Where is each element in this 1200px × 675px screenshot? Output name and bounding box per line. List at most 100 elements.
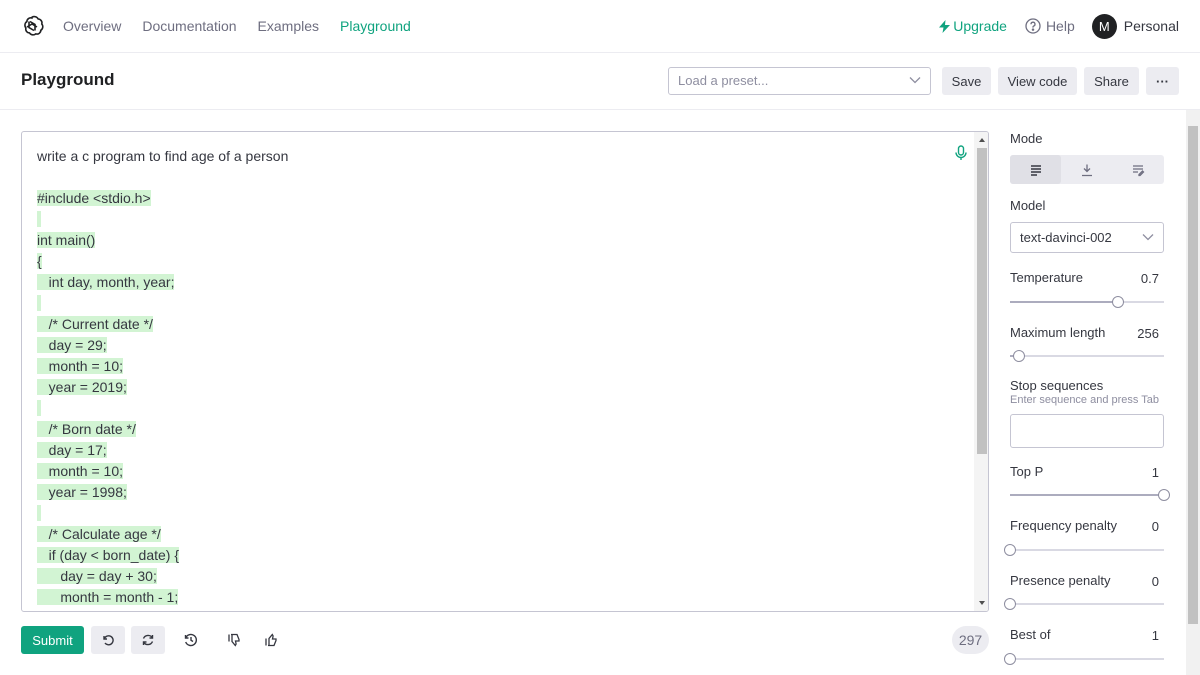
share-button[interactable]: Share — [1084, 67, 1139, 95]
save-button[interactable]: Save — [942, 67, 991, 95]
prompt-editor[interactable]: write a c program to find age of a perso… — [21, 131, 989, 612]
microphone-icon[interactable] — [955, 145, 967, 161]
help-label: Help — [1045, 18, 1075, 34]
stop-sequences-input[interactable] — [1010, 414, 1164, 448]
completion-code: #include <stdio.h> int main() { int day, … — [37, 188, 957, 608]
code-line-text: day = 17; — [37, 442, 107, 458]
editor-scrollbar[interactable] — [974, 132, 988, 611]
top-p-value[interactable]: 1 — [1152, 465, 1159, 480]
code-line: day = 29; — [37, 335, 957, 356]
code-line: int day, month, year; — [37, 272, 957, 293]
openai-logo-icon[interactable] — [20, 14, 44, 38]
code-line: /* Born date */ — [37, 419, 957, 440]
page-title: Playground — [21, 70, 115, 89]
nav-playground[interactable]: Playground — [340, 18, 411, 34]
scroll-down-icon[interactable] — [977, 598, 987, 608]
token-count: 297 — [952, 626, 989, 654]
code-line — [37, 503, 957, 524]
code-line: /* Calculate age */ — [37, 524, 957, 545]
code-line-text: /* Born date */ — [37, 421, 136, 437]
editor-scroll-thumb[interactable] — [977, 148, 987, 454]
temperature-value[interactable]: 0.7 — [1141, 271, 1159, 286]
frequency-penalty-value[interactable]: 0 — [1152, 519, 1159, 534]
code-line-text: /* Calculate age */ — [37, 526, 161, 542]
more-options-button[interactable]: ··· — [1146, 67, 1179, 95]
frequency-penalty-slider[interactable] — [1004, 544, 1164, 556]
top-p-handle[interactable] — [1158, 489, 1170, 501]
page-scroll-thumb[interactable] — [1188, 126, 1198, 624]
help-link[interactable]: Help — [1025, 18, 1075, 34]
lightning-icon — [939, 19, 951, 33]
code-line-text — [37, 400, 41, 416]
thumbs-down-icon — [228, 633, 240, 647]
presence-penalty-slider[interactable] — [1004, 598, 1164, 610]
mode-edit-button[interactable] — [1112, 155, 1163, 184]
presence-penalty-handle[interactable] — [1004, 598, 1016, 610]
edit-mode-icon — [1132, 164, 1144, 176]
thumbs-up-button[interactable] — [254, 626, 288, 654]
presence-penalty-value[interactable]: 0 — [1152, 574, 1159, 589]
code-line-text — [37, 211, 41, 227]
mode-insert-button[interactable] — [1061, 155, 1112, 184]
temperature-fill — [1010, 301, 1118, 303]
page-header: Playground Load a preset... Save View co… — [0, 53, 1200, 110]
mode-complete-button[interactable] — [1010, 155, 1061, 184]
temperature-slider[interactable] — [1010, 296, 1164, 308]
code-line: year = 1998; — [37, 482, 957, 503]
code-line-text: year = 2019; — [37, 379, 127, 395]
code-line: if (day < born_date) { — [37, 545, 957, 566]
code-line: month = month - 1; — [37, 587, 957, 608]
code-line: month = 10; — [37, 356, 957, 377]
stop-sequences-label: Stop sequences — [1010, 378, 1104, 393]
code-line-text: month = month - 1; — [37, 589, 179, 605]
code-line-text: { — [37, 253, 42, 269]
best-of-handle[interactable] — [1004, 653, 1016, 665]
top-nav: Overview Documentation Examples Playgrou… — [0, 0, 1200, 53]
history-button[interactable] — [174, 626, 208, 654]
max-length-slider[interactable] — [1010, 350, 1164, 362]
chevron-down-icon — [909, 77, 921, 84]
code-line: year = 2019; — [37, 377, 957, 398]
undo-button[interactable] — [91, 626, 125, 654]
temperature-handle[interactable] — [1111, 296, 1124, 308]
code-line: { — [37, 251, 957, 272]
chevron-down-icon — [1142, 234, 1154, 241]
top-p-label: Top P — [1010, 464, 1044, 479]
code-line-text: int main() — [37, 232, 96, 248]
mode-label: Mode — [1010, 131, 1043, 146]
avatar[interactable]: M — [1091, 13, 1117, 39]
editor-content: write a c program to find age of a perso… — [37, 146, 957, 608]
help-circle-icon — [1025, 18, 1041, 34]
view-code-button[interactable]: View code — [998, 67, 1077, 95]
preset-placeholder: Load a preset... — [678, 73, 769, 88]
code-line: int main() — [37, 230, 957, 251]
thumbs-down-button[interactable] — [217, 626, 251, 654]
temperature-label: Temperature — [1010, 270, 1083, 285]
regenerate-button[interactable] — [131, 626, 165, 654]
max-length-handle[interactable] — [1013, 350, 1026, 362]
best-of-label: Best of — [1010, 627, 1051, 642]
nav-examples[interactable]: Examples — [258, 18, 319, 34]
best-of-value[interactable]: 1 — [1152, 628, 1159, 643]
code-line-text: year = 1998; — [37, 484, 127, 500]
upgrade-label: Upgrade — [953, 18, 1007, 34]
max-length-value[interactable]: 256 — [1137, 326, 1159, 341]
nav-right: Upgrade Help M Personal — [939, 0, 1179, 52]
best-of-slider[interactable] — [1004, 653, 1164, 665]
code-line: day = 17; — [37, 440, 957, 461]
submit-button[interactable]: Submit — [21, 626, 84, 654]
preset-select[interactable]: Load a preset... — [668, 67, 931, 95]
mode-selector — [1010, 155, 1164, 184]
frequency-penalty-handle[interactable] — [1004, 544, 1016, 556]
thumbs-up-icon — [265, 633, 277, 647]
top-p-slider[interactable] — [1010, 489, 1170, 501]
upgrade-link[interactable]: Upgrade — [939, 18, 1007, 34]
model-select[interactable]: text-davinci-002 — [1010, 222, 1164, 253]
nav-overview[interactable]: Overview — [63, 18, 121, 34]
account-name[interactable]: Personal — [1124, 18, 1179, 34]
scroll-up-icon[interactable] — [977, 135, 987, 145]
code-line-text — [37, 295, 41, 311]
page-scrollbar[interactable] — [1186, 110, 1200, 675]
max-length-label: Maximum length — [1010, 325, 1106, 340]
nav-documentation[interactable]: Documentation — [142, 18, 236, 34]
